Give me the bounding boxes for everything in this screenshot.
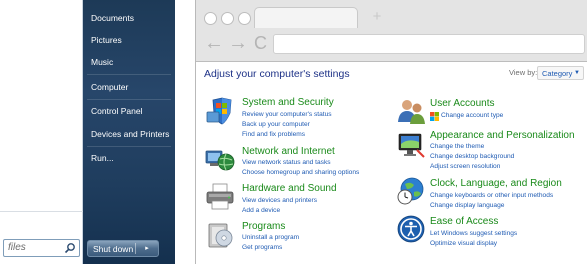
start-menu-divider [87, 146, 171, 147]
start-item-computer[interactable]: Computer [91, 82, 128, 92]
browser-toolbar: + ← → C [196, 0, 587, 62]
close-window-icon[interactable] [204, 12, 217, 25]
display-icon [398, 133, 425, 158]
category-title-clock-language-region[interactable]: Clock, Language, and Region [430, 178, 562, 189]
start-item-devices-and-printers[interactable]: Devices and Printers [91, 129, 169, 139]
link-back-up[interactable]: Back up your computer [242, 121, 310, 128]
category-title-user-accounts[interactable]: User Accounts [430, 98, 494, 109]
browser-window: + ← → C Adjust your computer's settings … [195, 0, 587, 264]
start-search-text: files [8, 242, 26, 253]
start-item-run[interactable]: Run... [91, 153, 114, 163]
back-arrow-icon[interactable]: ← [204, 33, 224, 53]
forward-arrow-icon[interactable]: → [228, 33, 248, 53]
link-uninstall[interactable]: Uninstall a program [242, 234, 299, 241]
start-menu-divider [87, 99, 171, 100]
search-icon[interactable] [64, 242, 76, 254]
link-change-background[interactable]: Change desktop background [430, 153, 514, 160]
link-network-status[interactable]: View network status and tasks [242, 159, 331, 166]
link-review-status[interactable]: Review your computer's status [242, 111, 332, 118]
globe-network-icon [205, 150, 235, 171]
shutdown-options-arrow-icon[interactable]: ▸ [140, 244, 154, 254]
view-by-label: View by: [509, 68, 538, 77]
view-by-dropdown[interactable]: Category ▼ [537, 66, 584, 80]
new-tab-button[interactable]: + [364, 8, 390, 26]
link-homegroup[interactable]: Choose homegroup and sharing options [242, 169, 359, 176]
start-menu-places-pane: Documents Pictures Music Computer Contro… [83, 0, 175, 264]
link-change-keyboards[interactable]: Change keyboards or other input methods [430, 192, 553, 199]
programs-icon [208, 223, 233, 248]
shutdown-button[interactable]: Shut down ▸ [87, 240, 159, 257]
link-get-programs[interactable]: Get programs [242, 244, 282, 251]
start-item-music[interactable]: Music [91, 57, 113, 67]
link-devices-printers[interactable]: View devices and printers [242, 197, 317, 204]
browser-tab[interactable] [254, 7, 358, 28]
link-add-device[interactable]: Add a device [242, 207, 280, 214]
printer-icon [206, 183, 234, 210]
address-bar[interactable] [273, 34, 585, 54]
link-windows-suggest-settings[interactable]: Let Windows suggest settings [430, 230, 517, 237]
view-by-value: Category [542, 69, 573, 78]
link-optimize-visual-display[interactable]: Optimize visual display [430, 240, 497, 247]
category-title-hardware-and-sound[interactable]: Hardware and Sound [242, 183, 337, 194]
start-search-input[interactable]: files [3, 239, 80, 257]
start-item-documents[interactable]: Documents [91, 13, 134, 23]
category-title-programs[interactable]: Programs [242, 221, 285, 232]
maximize-window-icon[interactable] [238, 12, 251, 25]
ease-of-access-icon [397, 215, 425, 243]
shield-icon [206, 97, 232, 125]
start-menu-separator [0, 211, 83, 212]
shutdown-separator [135, 243, 136, 254]
clock-globe-icon [397, 177, 424, 205]
users-icon [398, 100, 425, 124]
refresh-icon[interactable]: C [254, 33, 267, 53]
start-item-control-panel[interactable]: Control Panel [91, 106, 143, 116]
category-title-system-and-security[interactable]: System and Security [242, 97, 334, 108]
page-title: Adjust your computer's settings [204, 68, 350, 80]
category-title-ease-of-access[interactable]: Ease of Access [430, 216, 498, 227]
start-menu-programs-pane: files [0, 0, 83, 264]
link-change-account-type[interactable]: Change account type [441, 112, 503, 119]
start-item-pictures[interactable]: Pictures [91, 35, 122, 45]
category-title-appearance[interactable]: Appearance and Personalization [430, 130, 575, 141]
start-menu: files Documents Pictures Music Computer … [0, 0, 175, 264]
uac-shield-icon [430, 112, 439, 121]
link-change-display-language[interactable]: Change display language [430, 202, 504, 209]
link-adjust-resolution[interactable]: Adjust screen resolution [430, 163, 500, 170]
shutdown-label: Shut down [93, 244, 134, 254]
link-find-fix[interactable]: Find and fix problems [242, 131, 305, 138]
category-title-network-and-internet[interactable]: Network and Internet [242, 146, 335, 157]
chevron-down-icon: ▼ [574, 70, 580, 76]
start-menu-divider [87, 74, 171, 75]
link-change-theme[interactable]: Change the theme [430, 143, 484, 150]
minimize-window-icon[interactable] [221, 12, 234, 25]
